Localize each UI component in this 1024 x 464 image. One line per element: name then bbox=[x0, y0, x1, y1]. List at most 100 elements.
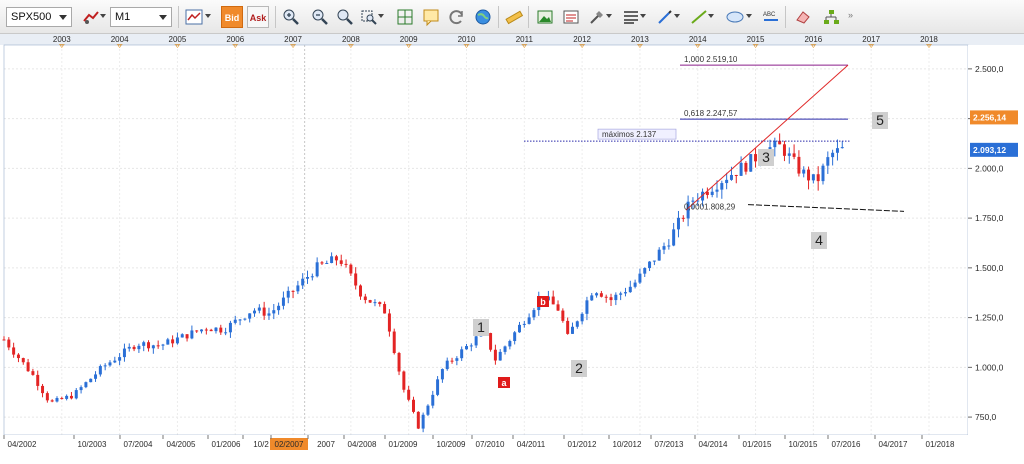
trendline-button[interactable] bbox=[688, 6, 708, 26]
eraser-icon bbox=[796, 11, 810, 24]
candle-body bbox=[209, 329, 213, 332]
candle-body bbox=[41, 385, 45, 394]
candle-body bbox=[118, 357, 122, 361]
chart-type-button[interactable] bbox=[80, 6, 100, 26]
candle-body bbox=[219, 327, 223, 333]
candle-body bbox=[570, 326, 574, 334]
date-label: 01/2006 bbox=[212, 440, 241, 449]
wave-label: 2 bbox=[575, 360, 583, 376]
date-label: 10/2003 bbox=[78, 440, 107, 449]
candle-body bbox=[826, 157, 830, 166]
candle-body bbox=[710, 191, 714, 195]
zoom-in-icon bbox=[283, 9, 299, 25]
candle-body bbox=[604, 296, 608, 298]
template-button[interactable] bbox=[560, 6, 580, 26]
candle-body bbox=[36, 374, 40, 386]
date-label: 07/2004 bbox=[124, 440, 153, 449]
zoom-in-button[interactable] bbox=[280, 6, 300, 26]
candle-body bbox=[667, 245, 671, 247]
zoom-fit-button[interactable] bbox=[334, 6, 354, 26]
image-button[interactable] bbox=[534, 6, 554, 26]
date-label: 07/2016 bbox=[832, 440, 861, 449]
symbol-value: SPX500 bbox=[11, 11, 52, 23]
toolbar-overflow-button[interactable]: » bbox=[848, 10, 858, 22]
candle-body bbox=[378, 302, 382, 305]
candle-body bbox=[802, 169, 806, 174]
chevron-down-icon[interactable] bbox=[378, 14, 384, 18]
zoom-area-icon bbox=[361, 10, 377, 25]
chevron-down-icon[interactable] bbox=[606, 14, 612, 18]
candle-body bbox=[122, 348, 126, 358]
hierarchy-icon bbox=[824, 10, 839, 24]
candle-body bbox=[532, 310, 536, 318]
candle-body bbox=[566, 320, 570, 334]
candle-body bbox=[527, 317, 531, 324]
text-tool-button[interactable]: ABC bbox=[760, 6, 780, 26]
candle-body bbox=[108, 362, 112, 366]
price-chart[interactable]: 2003 2004 2005 2006 2007 2008 2009 2010 2011 2012… bbox=[0, 34, 1024, 464]
candle-body bbox=[354, 273, 358, 286]
chevron-down-icon[interactable] bbox=[205, 14, 211, 18]
refresh-button[interactable] bbox=[446, 6, 466, 26]
candle-body bbox=[137, 345, 141, 350]
candle-body bbox=[754, 154, 758, 162]
year-label: 2003 bbox=[53, 35, 71, 44]
chevron-down-icon[interactable] bbox=[640, 14, 646, 18]
zoom-out-button[interactable] bbox=[309, 6, 329, 26]
candle-body bbox=[672, 229, 676, 246]
chevron-down-icon[interactable] bbox=[100, 14, 106, 18]
candle-body bbox=[89, 378, 93, 383]
candle-body bbox=[296, 285, 300, 292]
candle-body bbox=[792, 153, 796, 157]
zoom-area-button[interactable] bbox=[358, 6, 378, 26]
bid-button[interactable]: Bid bbox=[221, 6, 243, 28]
ask-button[interactable]: Ask bbox=[247, 6, 269, 28]
candle-body bbox=[715, 189, 719, 192]
timeframe-select[interactable]: M1 bbox=[110, 7, 172, 27]
zoom-fit-icon bbox=[337, 9, 353, 25]
chevron-down-icon[interactable] bbox=[746, 14, 752, 18]
candle-body bbox=[787, 153, 791, 156]
year-label: 2016 bbox=[804, 35, 822, 44]
horizontal-lines-icon bbox=[624, 11, 638, 24]
lines-button[interactable] bbox=[620, 6, 640, 26]
candle-body bbox=[489, 333, 493, 350]
fib-level-label: 0,618 2.247,57 bbox=[684, 109, 738, 118]
candle-body bbox=[248, 313, 252, 319]
candle-body bbox=[26, 362, 30, 372]
candle-body bbox=[421, 414, 425, 429]
wave-label: 5 bbox=[876, 112, 884, 128]
candle-body bbox=[623, 292, 627, 294]
price-tick-label: 750,0 bbox=[975, 412, 997, 422]
pen-button[interactable] bbox=[654, 6, 674, 26]
candle-body bbox=[262, 307, 266, 316]
candle-body bbox=[161, 344, 165, 346]
candle-body bbox=[339, 260, 343, 264]
ruler-button[interactable] bbox=[503, 6, 524, 26]
symbol-select[interactable]: SPX500 bbox=[6, 7, 72, 27]
chevron-down-icon[interactable] bbox=[674, 14, 680, 18]
globe-button[interactable] bbox=[472, 6, 492, 26]
candle-body bbox=[556, 304, 560, 311]
date-label: 10/2015 bbox=[789, 440, 818, 449]
indicators-button[interactable] bbox=[183, 6, 203, 26]
candle-body bbox=[676, 217, 680, 230]
crosshair-button[interactable] bbox=[394, 6, 414, 26]
trading-app: { "toolbar": { "symbol": "SPX500", "time… bbox=[0, 0, 1024, 464]
tools-button[interactable] bbox=[586, 6, 606, 26]
candle-body bbox=[2, 339, 6, 341]
candle-body bbox=[455, 358, 459, 361]
chart-type-icon bbox=[83, 11, 99, 24]
candle-body bbox=[426, 405, 430, 415]
shape-button[interactable] bbox=[724, 6, 744, 26]
eraser-button[interactable] bbox=[792, 6, 812, 26]
chevron-down-icon[interactable] bbox=[708, 14, 714, 18]
hierarchy-button[interactable] bbox=[820, 6, 840, 26]
candle-body bbox=[561, 310, 565, 321]
candle-body bbox=[195, 330, 199, 332]
candle-body bbox=[156, 345, 160, 347]
chevron-down-icon bbox=[59, 15, 67, 20]
candle-body bbox=[522, 323, 526, 325]
comment-button[interactable] bbox=[420, 6, 440, 27]
date-label: 01/2015 bbox=[743, 440, 772, 449]
